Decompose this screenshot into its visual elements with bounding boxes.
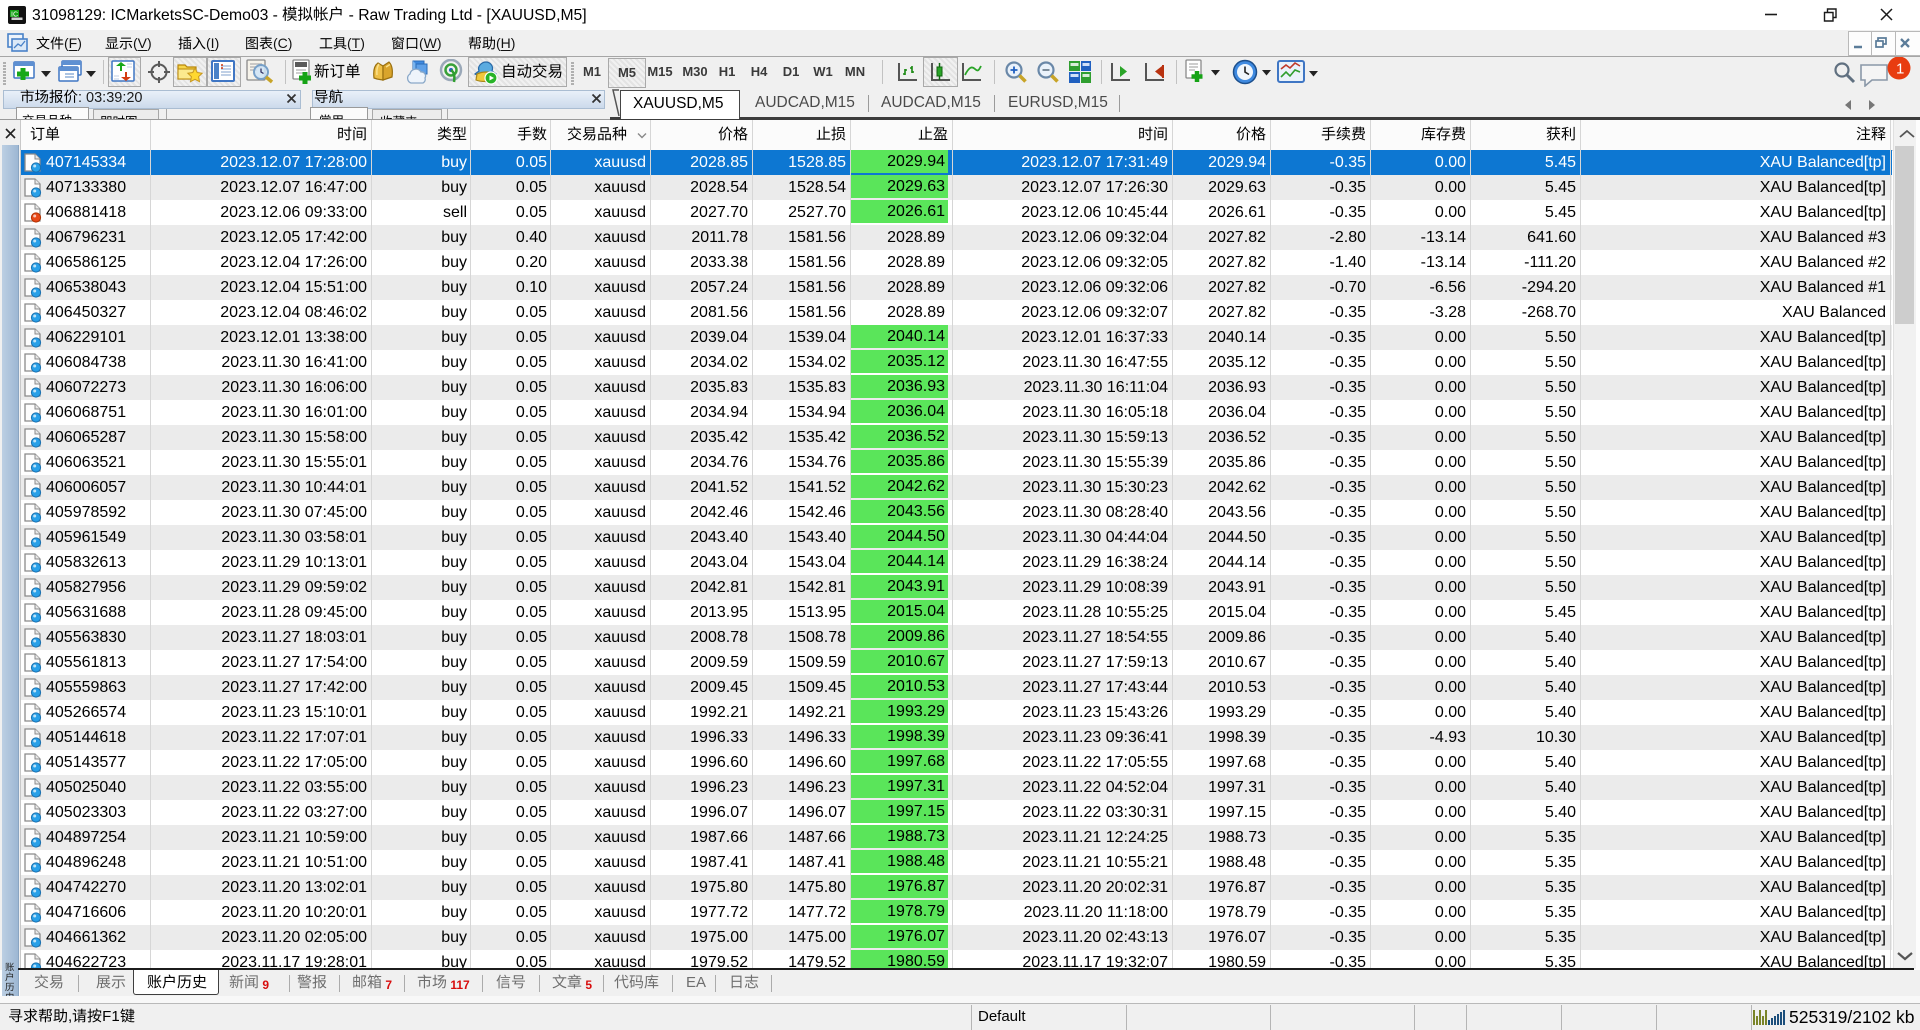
svg-text:1: 1 — [1896, 61, 1904, 78]
svg-text:IC: IC — [11, 12, 18, 19]
